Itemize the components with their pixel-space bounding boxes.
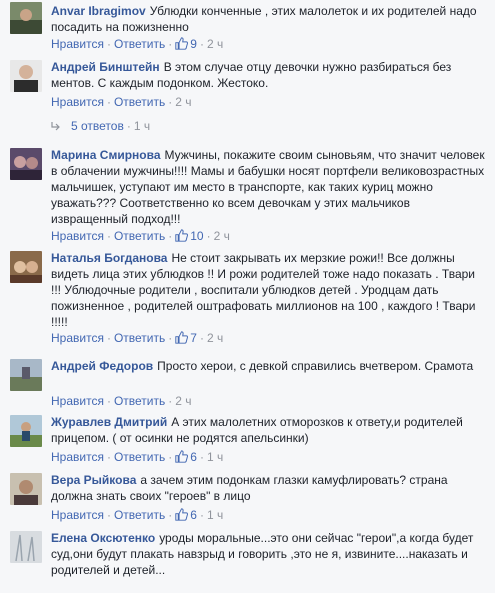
comment-author[interactable]: Андрей Бинштейн [51, 60, 160, 74]
avatar-image [10, 359, 42, 391]
like-count[interactable]: 6 [175, 508, 197, 522]
avatar[interactable] [10, 359, 42, 391]
reply-link[interactable]: Ответить [114, 37, 165, 51]
comment-actions: Нравится · Ответить · 2 ч [51, 95, 192, 109]
comment-author[interactable]: Андрей Федоров [51, 359, 153, 373]
like-link[interactable]: Нравится [51, 450, 104, 464]
like-link[interactable]: Нравится [51, 229, 104, 243]
like-link[interactable]: Нравится [51, 95, 104, 109]
comment-actions: Нравится · Ответить · 6 · 1 ч [51, 450, 224, 464]
like-count[interactable]: 9 [175, 37, 197, 51]
comment-time[interactable]: 2 ч [175, 394, 191, 408]
avatar[interactable] [10, 148, 42, 180]
comment-body: Андрей Бинштейн В этом случае отцу девочк… [51, 59, 487, 91]
reply-link[interactable]: Ответить [114, 394, 165, 408]
avatar[interactable] [10, 473, 42, 505]
like-count[interactable]: 10 [175, 229, 204, 243]
thumbs-up-icon [175, 331, 189, 344]
reply-link[interactable]: Ответить [114, 450, 165, 464]
comment-body: Андрей Федоров Просто херои, с девкой спр… [51, 358, 487, 374]
thumbs-up-icon [175, 229, 189, 242]
reply-link[interactable]: Ответить [114, 95, 165, 109]
like-count[interactable]: 6 [175, 450, 197, 464]
comment-author[interactable]: Вера Рыйкова [51, 473, 136, 487]
reply-arrow-icon [51, 122, 60, 131]
avatar[interactable] [10, 60, 42, 92]
like-link[interactable]: Нравится [51, 37, 104, 51]
comment-author[interactable]: Anvar Ibragimov [51, 4, 146, 18]
like-link[interactable]: Нравится [51, 508, 104, 522]
avatar-image [10, 415, 42, 447]
thumbs-up-icon [175, 37, 189, 50]
comment-body: Марина Смирнова Мужчины, покажите своим с… [51, 147, 487, 227]
comment-body: Anvar Ibragimov Ублюдки конченные , этих … [51, 3, 487, 35]
avatar-image [10, 531, 42, 563]
comment-actions: Нравится · Ответить · 6 · 1 ч [51, 508, 224, 522]
comment-time[interactable]: 1 ч [207, 508, 223, 522]
avatar[interactable] [10, 415, 42, 447]
comment-time[interactable]: 2 ч [175, 95, 191, 109]
comment-body: Елена Оксютенко уроды моральные...это они… [51, 530, 487, 578]
avatar[interactable] [10, 251, 42, 283]
comment-time[interactable]: 2 ч [207, 37, 223, 51]
comment-actions: Нравится · Ответить · 7 · 2 ч [51, 331, 224, 345]
comment-text: Просто херои, с девкой справились вчетве… [157, 359, 474, 373]
comment-body: Вера Рыйкова а зачем этим подонкам глазки… [51, 472, 487, 504]
comment-time[interactable]: 2 ч [207, 331, 223, 345]
reply-link[interactable]: Ответить [114, 508, 165, 522]
comment-actions: Нравится · Ответить · 10 · 2 ч [51, 229, 230, 243]
comment-actions: Нравится · Ответить · 2 ч [51, 394, 192, 408]
avatar-image [10, 251, 42, 283]
like-count[interactable]: 7 [175, 331, 197, 345]
like-link[interactable]: Нравится [51, 394, 104, 408]
avatar-image [10, 473, 42, 505]
avatar-image [10, 60, 42, 92]
thumbs-up-icon [175, 450, 189, 463]
comment-author[interactable]: Журавлев Дмитрий [51, 415, 167, 429]
comment-time[interactable]: 2 ч [214, 229, 230, 243]
avatar-image [10, 2, 42, 34]
reply-link[interactable]: Ответить [114, 331, 165, 345]
comment-body: Журавлев Дмитрий А этих малолетних отморо… [51, 414, 487, 446]
comment-author[interactable]: Наталья Богданова [51, 251, 167, 265]
comment-author[interactable]: Марина Смирнова [51, 148, 161, 162]
like-link[interactable]: Нравится [51, 331, 104, 345]
comment-author[interactable]: Елена Оксютенко [51, 531, 155, 545]
avatar[interactable] [10, 2, 42, 34]
thumbs-up-icon [175, 508, 189, 521]
avatar[interactable] [10, 531, 42, 563]
comment-actions: Нравится · Ответить · 9 · 2 ч [51, 37, 224, 51]
reply-link[interactable]: Ответить [114, 229, 165, 243]
replies-link[interactable]: 5 ответов · 1 ч [51, 119, 150, 133]
comment-body: Наталья Богданова Не стоит закрывать их м… [51, 250, 487, 330]
comment-time[interactable]: 1 ч [207, 450, 223, 464]
avatar-image [10, 148, 42, 180]
